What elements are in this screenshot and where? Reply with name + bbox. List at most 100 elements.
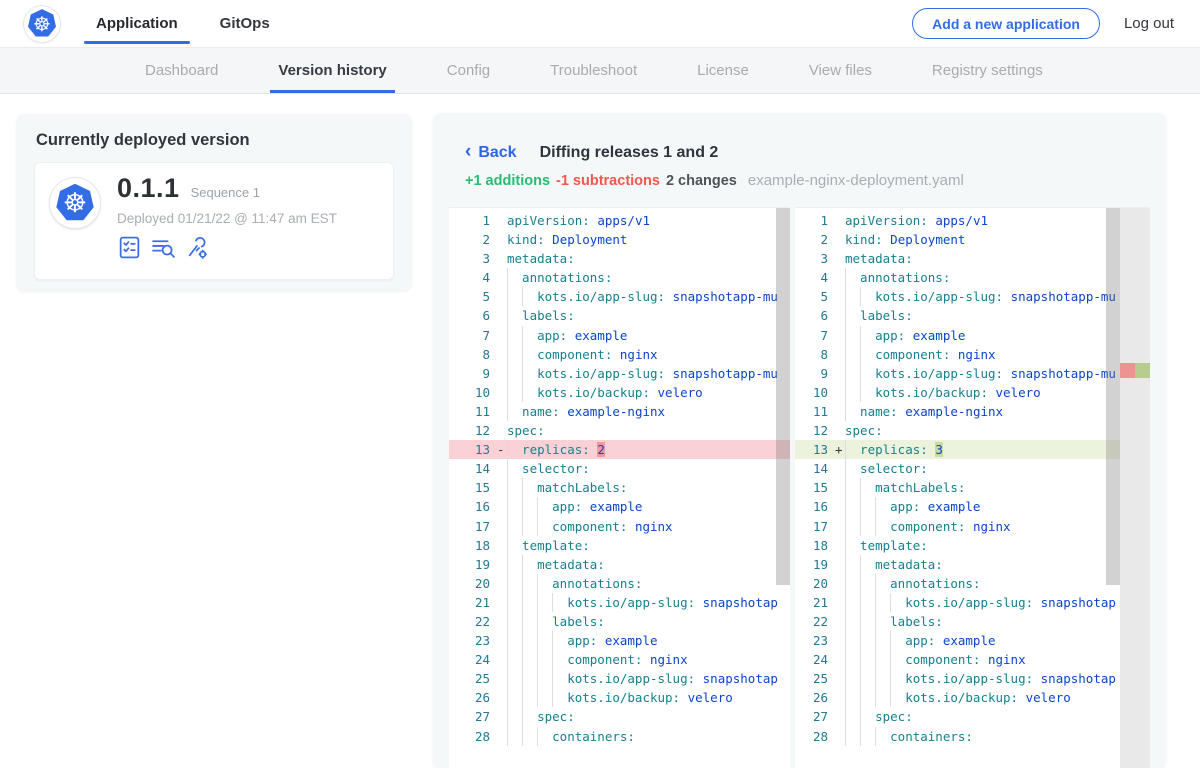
code-text: component: nginx <box>845 345 1150 364</box>
diff-sign <box>835 402 845 421</box>
scrollbar-thumb[interactable] <box>1106 208 1120 585</box>
config-tools-icon[interactable] <box>185 235 210 260</box>
code-line: 16app: example <box>449 497 790 516</box>
code-line: 10kots.io/backup: velero <box>449 383 790 402</box>
line-number: 28 <box>795 727 835 746</box>
line-number: 26 <box>795 688 835 707</box>
code-text: kots.io/backup: velero <box>845 688 1150 707</box>
indent-guide <box>875 574 890 593</box>
code-text: kind: Deployment <box>845 230 1150 249</box>
line-number: 21 <box>795 593 835 612</box>
line-number: 19 <box>795 555 835 574</box>
code-text: replicas: 2 <box>507 440 790 459</box>
code-line: 26kots.io/backup: velero <box>449 688 790 707</box>
tab-troubleshoot[interactable]: Troubleshoot <box>520 48 667 93</box>
view-logs-icon[interactable] <box>151 235 176 260</box>
primary-tabs: Application GitOps <box>96 0 270 48</box>
indent-guide <box>875 593 890 612</box>
code-text: labels: <box>845 306 1150 325</box>
code-text: name: example-nginx <box>507 402 790 421</box>
line-number: 17 <box>449 517 497 536</box>
scrollbar-thumb[interactable] <box>776 208 790 585</box>
code-line: 13+replicas: 3 <box>795 440 1150 459</box>
indent-guide <box>507 574 522 593</box>
code-line: 2kind: Deployment <box>449 230 790 249</box>
code-text: kots.io/app-slug: snapshotap <box>845 593 1150 612</box>
line-number: 13 <box>449 440 497 459</box>
indent-guide <box>537 497 552 516</box>
diff-sign <box>497 402 507 421</box>
diff-sign <box>497 306 507 325</box>
line-number: 16 <box>795 497 835 516</box>
tab-version-history[interactable]: Version history <box>248 48 416 93</box>
back-label: Back <box>478 144 516 162</box>
indent-guide <box>522 478 537 497</box>
code-text: kots.io/app-slug: snapshotapp-mu <box>845 364 1150 383</box>
indent-guide <box>507 707 522 726</box>
helm-wheel-icon: ☸ <box>63 190 87 217</box>
tab-view-files[interactable]: View files <box>779 48 902 93</box>
diff-editor-modified[interactable]: 1apiVersion: apps/v12kind: Deployment3me… <box>795 207 1150 768</box>
line-number: 1 <box>449 211 497 230</box>
diff-sign <box>835 612 845 631</box>
line-number: 3 <box>449 249 497 268</box>
indent-guide <box>552 669 567 688</box>
kubernetes-logo-icon: ☸ <box>24 6 60 42</box>
code-text: annotations: <box>507 268 790 287</box>
code-text: metadata: <box>845 249 1150 268</box>
tab-application[interactable]: Application <box>96 0 178 48</box>
code-text: matchLabels: <box>507 478 790 497</box>
indent-guide <box>522 287 537 306</box>
indent-guide <box>860 555 875 574</box>
diff-sign <box>497 249 507 268</box>
diff-sign <box>497 383 507 402</box>
back-link[interactable]: ‹ Back <box>465 143 517 162</box>
indent-guide <box>507 478 522 497</box>
code-text: containers: <box>845 727 1150 746</box>
diff-sign <box>835 421 845 440</box>
code-line: 3 metadata: <box>449 249 790 268</box>
diff-sign <box>835 497 845 516</box>
code-text: labels: <box>507 612 790 631</box>
line-number: 27 <box>795 707 835 726</box>
indent-guide <box>860 650 875 669</box>
line-number: 28 <box>449 727 497 746</box>
tab-dashboard[interactable]: Dashboard <box>115 48 248 93</box>
line-number: 10 <box>795 383 835 402</box>
tab-gitops[interactable]: GitOps <box>220 0 270 48</box>
logout-link[interactable]: Log out <box>1124 15 1174 32</box>
diff-editor-original[interactable]: 1apiVersion: apps/v12kind: Deployment3me… <box>449 207 790 768</box>
indent-guide <box>845 631 860 650</box>
code-text: kots.io/backup: velero <box>507 688 790 707</box>
diff-sign <box>497 478 507 497</box>
indent-guide <box>507 497 522 516</box>
code-text: kots.io/app-slug: snapshotap <box>507 669 790 688</box>
diff-overview-ruler <box>1120 208 1150 768</box>
indent-guide <box>522 345 537 364</box>
tab-license[interactable]: License <box>667 48 779 93</box>
indent-guide <box>845 536 860 555</box>
code-text: spec: <box>507 421 790 440</box>
code-line: 4annotations: <box>795 268 1150 287</box>
indent-guide <box>845 517 860 536</box>
indent-guide <box>522 669 537 688</box>
code-line: 28 containers: <box>795 727 1150 746</box>
diff-sign <box>497 669 507 688</box>
add-application-button[interactable]: Add a new application <box>912 8 1100 39</box>
code-text: spec: <box>845 707 1150 726</box>
line-number: 12 <box>795 421 835 440</box>
diff-sign <box>835 478 845 497</box>
release-notes-icon[interactable] <box>117 235 142 260</box>
indent-guide <box>537 574 552 593</box>
line-number: 7 <box>449 326 497 345</box>
tab-config[interactable]: Config <box>417 48 520 93</box>
indent-guide <box>522 383 537 402</box>
code-text: metadata: <box>507 249 790 268</box>
indent-guide <box>845 612 860 631</box>
tab-registry-settings[interactable]: Registry settings <box>902 48 1073 93</box>
indent-guide <box>522 593 537 612</box>
code-text: spec: <box>507 707 790 726</box>
indent-guide <box>522 612 537 631</box>
code-text: component: nginx <box>507 345 790 364</box>
code-text: template: <box>507 536 790 555</box>
